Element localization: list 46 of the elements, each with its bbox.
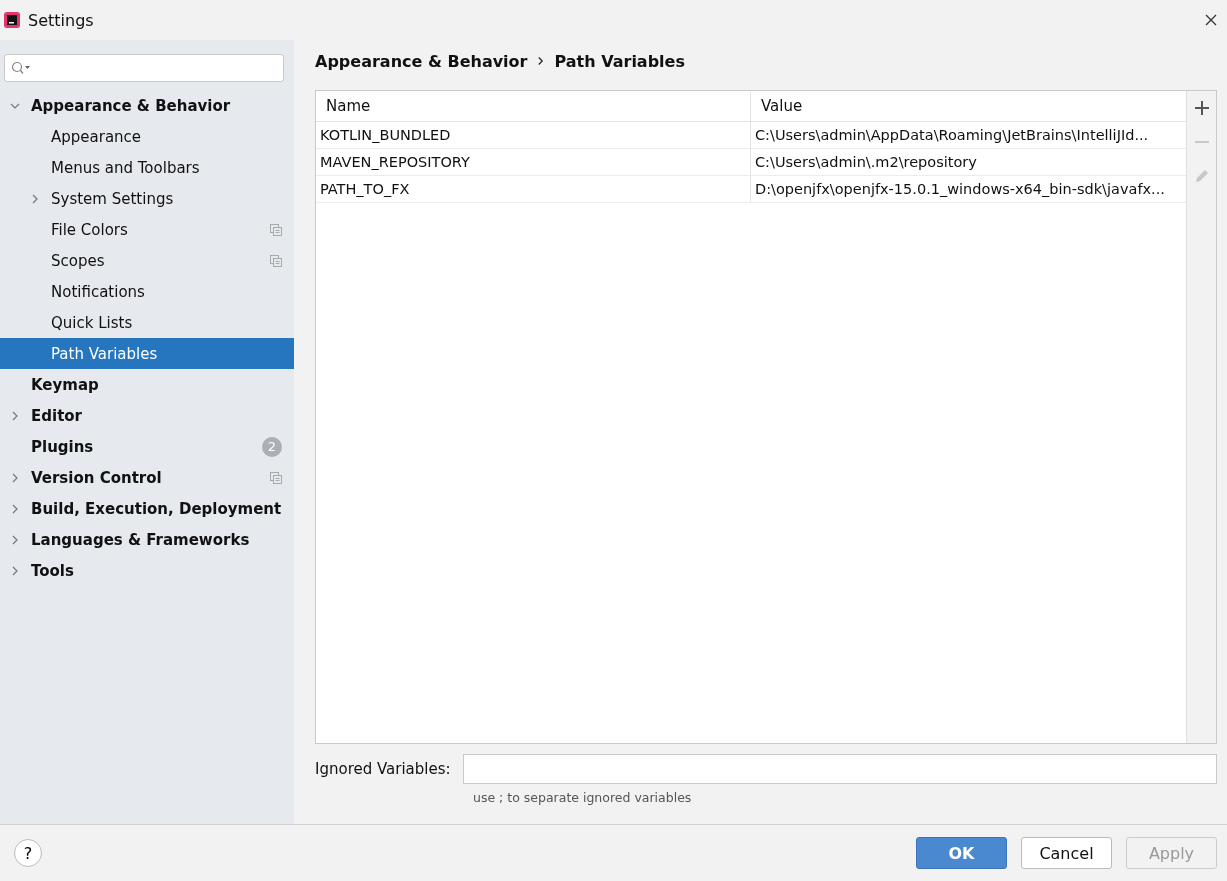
table-cell-text: C:\Users\admin\.m2\repository [754,153,978,172]
chevron-right-icon[interactable] [30,193,40,204]
tree-item[interactable]: Scopes [0,245,294,276]
tree-item[interactable]: Quick Lists [0,307,294,338]
chevron-right-icon[interactable] [10,472,20,483]
breadcrumb-item: Path Variables [554,51,685,71]
tree-item[interactable]: Languages & Frameworks [0,524,294,555]
tree-item[interactable]: Plugins 2 [0,431,294,462]
table-cell: KOTLIN_BUNDLED [316,122,751,148]
field-label: Ignored Variables: [315,760,451,778]
chevron-right-icon[interactable] [10,565,20,576]
help-button[interactable]: ? [14,839,42,867]
add-icon[interactable] [1193,100,1210,116]
chevron-right-icon[interactable] [10,410,20,421]
dialog-button[interactable]: OK [916,837,1007,869]
chevron-right-icon [537,56,545,66]
search-icon [11,61,31,75]
dialog-button[interactable]: Cancel [1021,837,1112,869]
breadcrumb-item: Appearance & Behavior [315,51,528,71]
table-cell-text: C:\Users\admin\AppData\Roaming\JetBrains\IntelliJId... [754,126,1150,145]
count-badge: 2 [262,436,282,457]
chevron-right-icon[interactable] [10,503,20,514]
tree-item[interactable]: File Colors [0,214,294,245]
tree-item[interactable]: Tools [0,555,294,586]
tree-item[interactable]: Menus and Toolbars [0,152,294,183]
app-logo-icon [4,12,20,28]
tree-item[interactable]: Keymap [0,369,294,400]
window-title: Settings [28,10,95,30]
chevron-right-icon[interactable] [10,534,20,545]
search-field[interactable] [4,54,284,82]
tree-item[interactable]: System Settings [0,183,294,214]
hint-text: use ; to separate ignored variables [473,790,693,805]
tree-item[interactable]: Appearance [0,121,294,152]
tree-item[interactable]: Version Control [0,462,294,493]
tree-item[interactable]: Path Variables [0,338,294,369]
close-icon[interactable] [1205,14,1217,26]
column-header[interactable]: Value [751,91,1186,121]
tree-item[interactable]: Editor [0,400,294,431]
tree-item[interactable]: Appearance & Behavior [0,90,294,121]
ignored-variables-field[interactable] [462,754,1217,784]
tree-item[interactable]: Notifications [0,276,294,307]
table-cell: MAVEN_REPOSITORY [316,149,751,175]
table-cell: PATH_TO_FX [316,176,751,202]
tree-item[interactable]: Build, Execution, Deployment [0,493,294,524]
column-header[interactable]: Name [316,91,751,121]
table-cell-text: D:\openjfx\openjfx-15.0.1_windows-x64_bin-sdk\javafx... [754,180,1166,199]
